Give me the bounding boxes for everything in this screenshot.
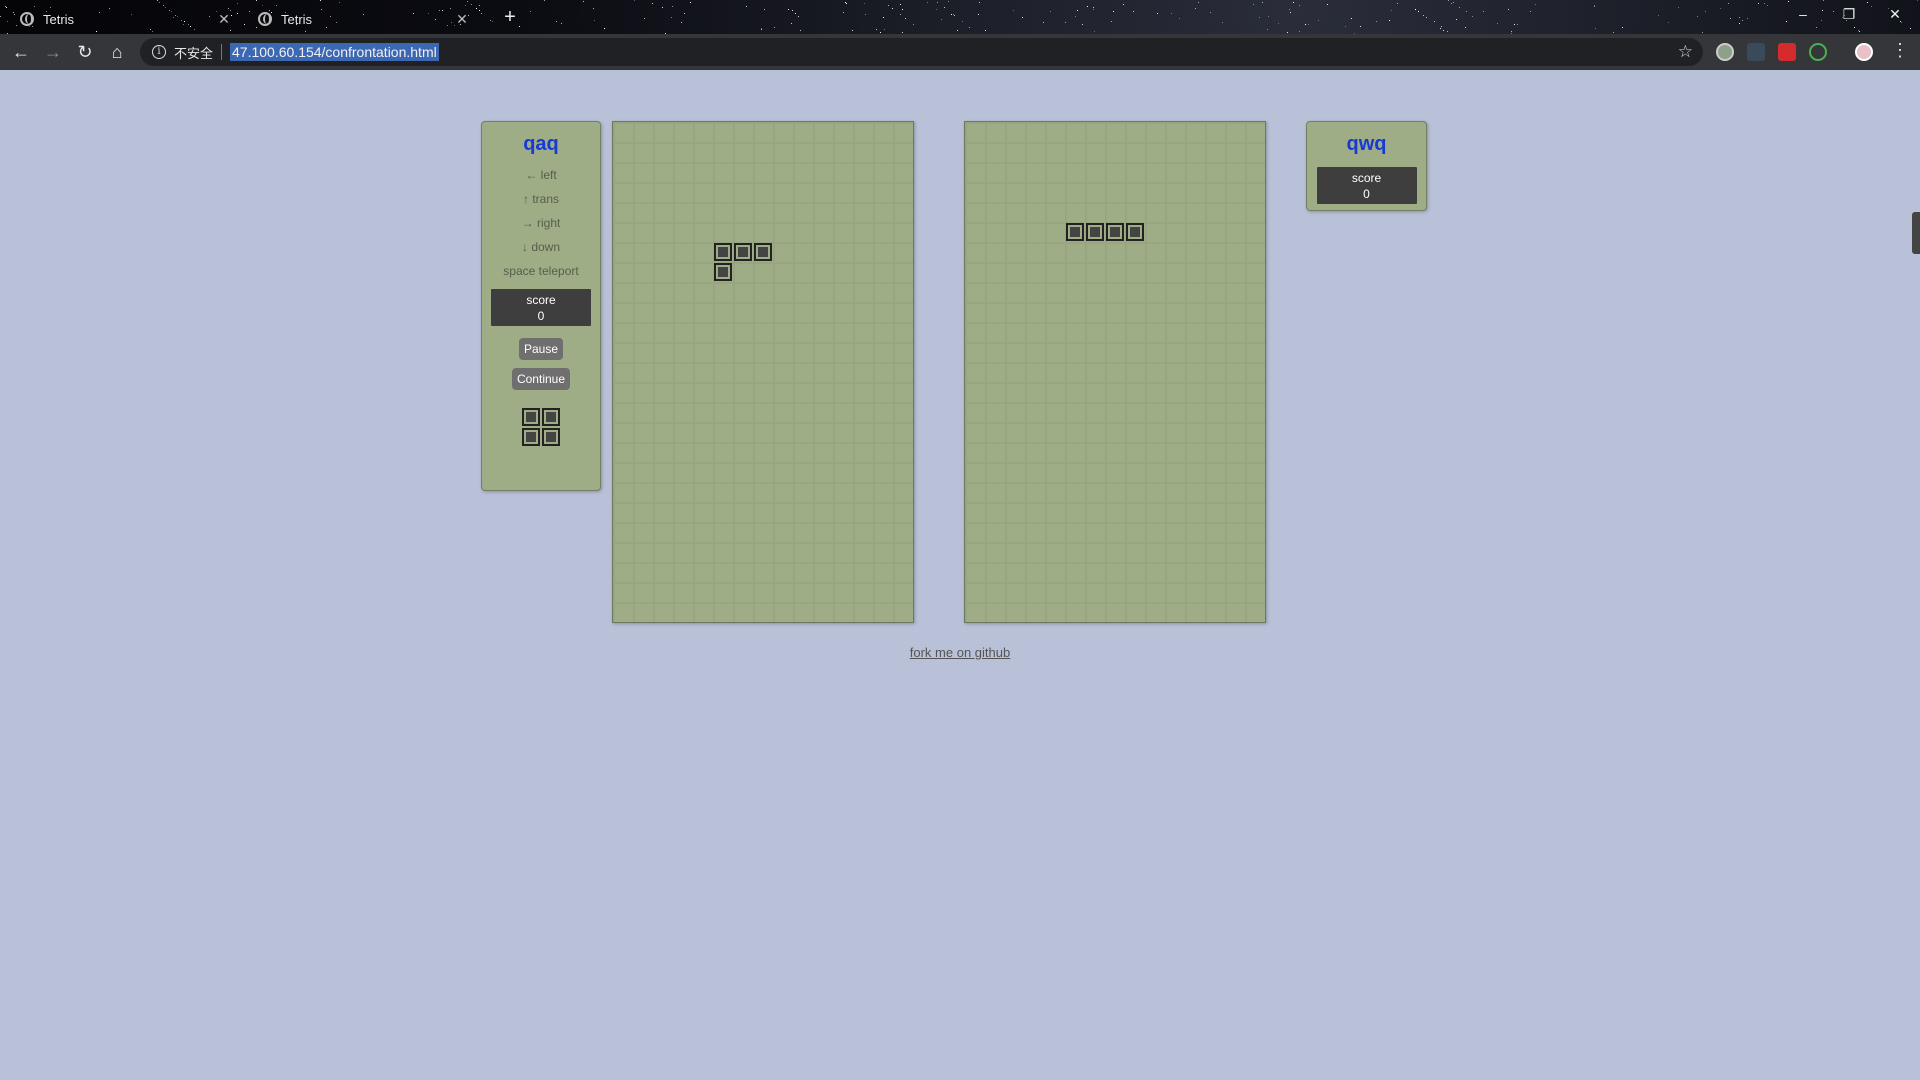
- extension-icon[interactable]: [1716, 43, 1734, 61]
- extension-icon[interactable]: [1747, 43, 1765, 61]
- player2-board: [964, 121, 1266, 623]
- side-panel-handle[interactable]: [1912, 212, 1920, 254]
- avatar[interactable]: [1855, 43, 1873, 61]
- back-arrow-icon[interactable]: ←: [9, 40, 33, 64]
- next-piece-block: [542, 408, 560, 426]
- next-piece-block: [522, 408, 540, 426]
- minimize-icon[interactable]: –: [1780, 0, 1826, 30]
- restore-icon[interactable]: ❐: [1826, 0, 1872, 30]
- extension-icon[interactable]: [1778, 43, 1796, 61]
- falling-piece-block: [1086, 223, 1104, 241]
- info-icon[interactable]: i: [152, 45, 166, 59]
- browser-tab-active[interactable]: Tetris ✕: [246, 4, 482, 34]
- player1-board: [612, 121, 914, 623]
- security-label: 不安全: [174, 45, 214, 61]
- fork-github-link[interactable]: fork me on github: [0, 645, 1920, 660]
- player2-panel: qwq score 0: [1306, 121, 1427, 211]
- star-icon[interactable]: ☆: [1678, 42, 1693, 62]
- new-tab-button[interactable]: +: [498, 4, 522, 30]
- falling-piece-block: [1126, 223, 1144, 241]
- player2-name: qwq: [1346, 133, 1387, 155]
- falling-piece-block: [714, 243, 732, 261]
- close-icon[interactable]: ✕: [454, 11, 470, 28]
- reload-icon[interactable]: ↻: [73, 40, 97, 64]
- controls-list: ← left ↑ trans → right ↓ down space tele…: [482, 163, 600, 283]
- control-teleport: space teleport: [503, 264, 579, 278]
- falling-piece-block: [754, 243, 772, 261]
- menu-dots-icon[interactable]: ⋮: [1890, 40, 1910, 61]
- falling-piece-block: [714, 263, 732, 281]
- falling-piece-block: [734, 243, 752, 261]
- divider: [221, 44, 223, 60]
- browser-toolbar: ← → ↻ ⌂ i 不安全 47.100.60.154/confrontatio…: [0, 34, 1920, 70]
- globe-icon: [20, 12, 34, 26]
- browser-tab[interactable]: Tetris ✕: [8, 4, 244, 34]
- player2-score-box: score 0: [1316, 167, 1417, 204]
- control-left: ← left: [525, 168, 557, 182]
- close-icon[interactable]: ✕: [216, 11, 232, 28]
- next-piece-block: [522, 428, 540, 446]
- next-piece-preview: [522, 408, 560, 446]
- url-text[interactable]: 47.100.60.154/confrontation.html: [230, 43, 439, 61]
- score-label: score: [526, 293, 556, 307]
- score-value: 0: [537, 309, 545, 323]
- game-page: qaq ← left ↑ trans → right ↓ down space …: [0, 70, 1920, 1078]
- control-trans: ↑ trans: [522, 192, 560, 206]
- score-value: 0: [1363, 187, 1370, 201]
- player1-name: qaq: [523, 133, 559, 155]
- close-window-icon[interactable]: ✕: [1872, 0, 1918, 30]
- player1-panel: qaq ← left ↑ trans → right ↓ down space …: [481, 121, 601, 491]
- forward-arrow-icon[interactable]: →: [41, 40, 65, 64]
- tab-title: Tetris: [43, 11, 75, 27]
- home-icon[interactable]: ⌂: [105, 40, 129, 64]
- player1-score-box: score 0: [491, 289, 591, 326]
- extension-icon[interactable]: [1809, 43, 1827, 61]
- control-down: ↓ down: [521, 240, 561, 254]
- pause-button[interactable]: Pause: [518, 338, 564, 360]
- falling-piece-block: [1106, 223, 1124, 241]
- tab-title: Tetris: [281, 11, 313, 27]
- browser-tab-strip: Tetris ✕ Tetris ✕ + – ❐ ✕: [0, 0, 1920, 34]
- next-piece-block: [542, 428, 560, 446]
- address-bar[interactable]: i 不安全 47.100.60.154/confrontation.html ☆: [140, 38, 1703, 66]
- falling-piece-block: [1066, 223, 1084, 241]
- globe-icon: [258, 12, 272, 26]
- score-label: score: [1351, 171, 1382, 185]
- control-right: → right: [521, 216, 561, 230]
- continue-button[interactable]: Continue: [511, 368, 571, 390]
